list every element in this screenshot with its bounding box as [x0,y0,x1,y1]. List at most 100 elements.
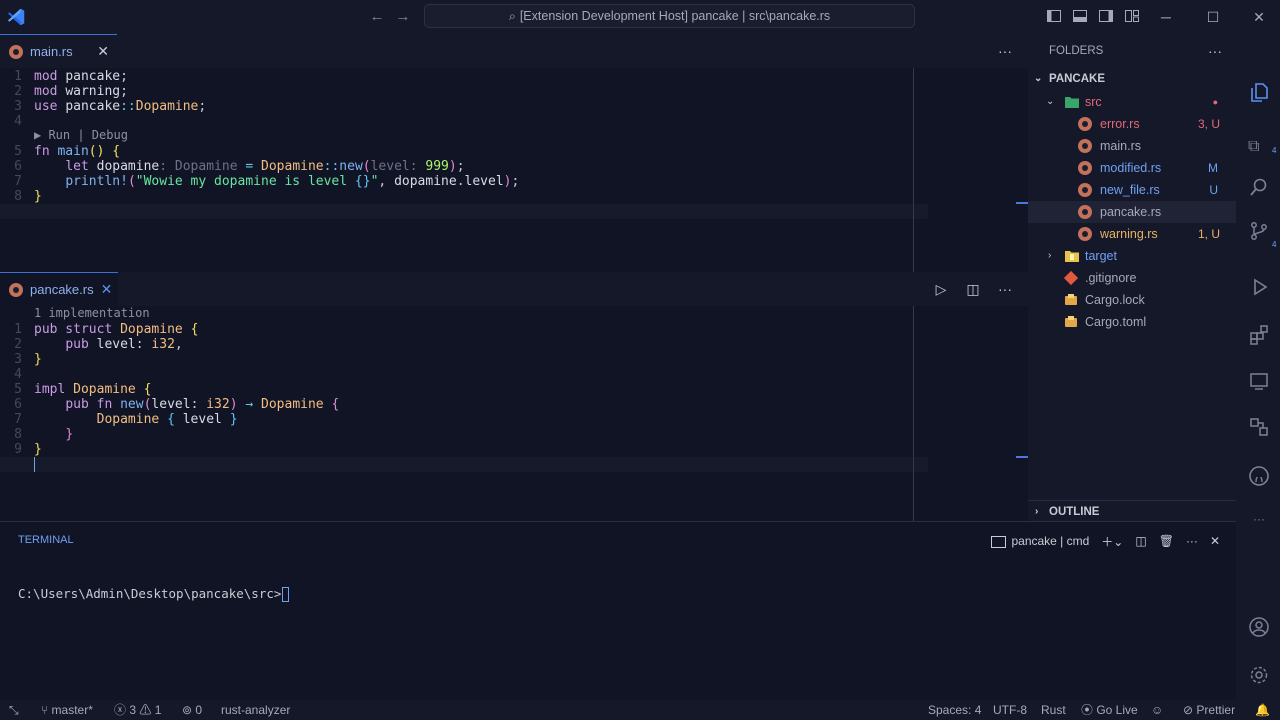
branch-status[interactable]: ⑂ master* [41,700,93,720]
close-panel-icon[interactable]: ✕ [1210,534,1220,548]
terminal-prompt[interactable]: C:\Users\Admin\Desktop\pancake\src> [18,586,290,602]
title-bar: ← → ⌕ [Extension Development Host] pancak… [0,0,1280,34]
language-status[interactable]: Rust [1041,700,1066,720]
tree-item-gitignore[interactable]: .gitignore [1028,267,1236,289]
tree-item-warning-rs[interactable]: warning.rs 1, U [1028,223,1236,245]
split-terminal-icon[interactable]: ◫ [1135,534,1146,548]
terminal-tab[interactable]: TERMINAL [18,534,74,546]
tree-root-label: PANCAKE [1049,73,1106,85]
trash-icon[interactable]: 🗑 [1159,534,1174,548]
encoding-status[interactable]: UTF-8 [993,700,1027,720]
editor-actions-top: ··· [996,34,1028,68]
tree-item-label: new_file.rs [1100,183,1160,197]
current-line-highlight [0,457,928,472]
code-line: 3} [14,352,42,367]
account-icon[interactable] [1248,616,1270,638]
search-icon: ⌕ [508,9,516,23]
outline-section[interactable]: › OUTLINE [1028,500,1236,522]
rust-file-icon [1078,227,1092,241]
tree-item-label: pancake.rs [1100,205,1162,219]
rust-file-icon [9,44,23,59]
source-control-icon[interactable] [1248,220,1270,242]
run-debug-icon[interactable] [1248,276,1270,298]
editor-tabbar-top: main.rs ✕ ··· [0,34,1028,68]
tree-item-error-rs[interactable]: error.rs 3, U [1028,113,1236,135]
extensions-icon[interactable] [1248,324,1270,346]
vscode-logo-icon[interactable] [5,6,27,28]
folder-src-icon [1065,97,1079,108]
scm-count-badge: 4 [1272,240,1277,249]
arrow-right-icon[interactable]: → [393,7,413,27]
codelens-implementation[interactable]: 1 implementation [34,306,150,321]
problem-badge: 1, U [1197,227,1220,241]
close-window-icon[interactable]: ✕ [1246,4,1272,30]
more-icon[interactable]: ··· [1248,512,1270,534]
arrow-left-icon[interactable]: ← [367,7,387,27]
codelens-run-debug[interactable]: ▶ Run | Debug [34,128,128,143]
tree-item-pancake-rs[interactable]: pancake.rs [1028,201,1236,223]
split-editor-icon[interactable]: ◫ [964,281,982,298]
editor-main-rs[interactable]: 1 mod pancake; 2 mod warning; 3 use pancake… [0,68,1028,272]
chevron-right-icon: › [1048,250,1052,261]
problems-status[interactable]: ⓧ 3 ⚠ 1 [114,700,161,720]
modified-dot-badge: ● [1212,97,1218,107]
copilot-icon[interactable]: ☺ [1151,700,1163,720]
minimize-icon[interactable]: ─ [1153,4,1179,30]
toggle-secondary-sidebar-icon[interactable] [1098,8,1114,24]
tab-pancake-rs[interactable]: pancake.rs ✕ [0,272,118,306]
code-line: 1 pub struct Dopamine { [14,322,199,337]
editor-pancake-rs[interactable]: 1 implementation 1 pub struct Dopamine { … [0,306,1028,521]
close-tab-icon[interactable]: ✕ [97,43,109,60]
remote-explorer-icon[interactable] [1248,370,1270,392]
rust-file-icon [9,282,23,297]
explorer-header: FOLDERS ··· [1028,34,1236,68]
close-tab-icon[interactable]: ✕ [101,281,113,298]
remote-icon[interactable]: ⤡ [9,700,19,720]
rust-analyzer-status[interactable]: rust-analyzer [221,700,290,720]
git-status-badge: M [1208,161,1218,175]
status-bar: ⤡ ⑂ master* ⓧ 3 ⚠ 1 ⊚ 0 rust-analyzer Sp… [0,700,1280,720]
explorer-icon[interactable] [1248,81,1270,103]
tree-item-label: src [1085,95,1102,109]
maximize-icon[interactable]: ☐ [1200,4,1226,30]
tree-item-cargo-toml[interactable]: Cargo.toml [1028,311,1236,333]
tree-item-cargo-lock[interactable]: Cargo.lock [1028,289,1236,311]
github-icon[interactable] [1248,465,1270,487]
tab-main-rs[interactable]: main.rs ✕ [0,34,117,68]
testing-icon[interactable] [1248,416,1270,438]
toggle-panel-icon[interactable] [1072,8,1088,24]
indentation-status[interactable]: Spaces: 4 [928,700,981,720]
tree-item-new-file-rs[interactable]: new_file.rs U [1028,179,1236,201]
rust-file-icon [1078,161,1092,175]
tree-item-src[interactable]: ⌄ src ● [1028,91,1236,113]
search-icon[interactable] [1248,176,1270,198]
more-actions-icon[interactable]: ··· [1186,534,1198,548]
tree-item-label: .gitignore [1085,271,1137,285]
minimap-separator [913,306,914,521]
terminal-cmd-icon [991,535,1007,548]
copy-icon[interactable]: ⧉ [1248,136,1270,158]
customize-layout-icon[interactable] [1124,8,1140,24]
tree-item-main-rs[interactable]: main.rs [1028,135,1236,157]
tree-item-label: Cargo.toml [1085,315,1147,329]
tree-item-modified-rs[interactable]: modified.rs M [1028,157,1236,179]
rust-file-icon [1078,183,1092,197]
run-icon[interactable]: ▷ [932,281,950,298]
ports-status[interactable]: ⊚ 0 [182,700,202,720]
prettier-status[interactable]: ⊘ Prettier [1183,700,1235,720]
tree-root-pancake[interactable]: ⌄ PANCAKE [1028,68,1236,90]
settings-gear-icon[interactable] [1248,664,1270,686]
notifications-bell-icon[interactable]: 🔔 [1255,700,1270,720]
toggle-primary-sidebar-icon[interactable] [1046,8,1062,24]
more-actions-icon[interactable]: ··· [996,43,1014,59]
terminal-toolbar: pancake | cmd ＋⌄ ◫ 🗑 ··· ✕ [991,531,1220,551]
new-terminal-icon[interactable]: ＋⌄ [1101,533,1123,550]
more-actions-icon[interactable]: ··· [996,281,1014,297]
command-center[interactable]: ⌕ [Extension Development Host] pancake | … [424,4,915,28]
code-line: 1 mod pancake; [14,69,128,84]
go-live-status[interactable]: ⦿ Go Live [1081,700,1138,720]
terminal-instance[interactable]: pancake | cmd [991,534,1089,548]
code-line: 2 pub level: i32, [14,337,183,352]
more-actions-icon[interactable]: ··· [1208,34,1222,68]
tree-item-target[interactable]: › target [1028,245,1236,267]
